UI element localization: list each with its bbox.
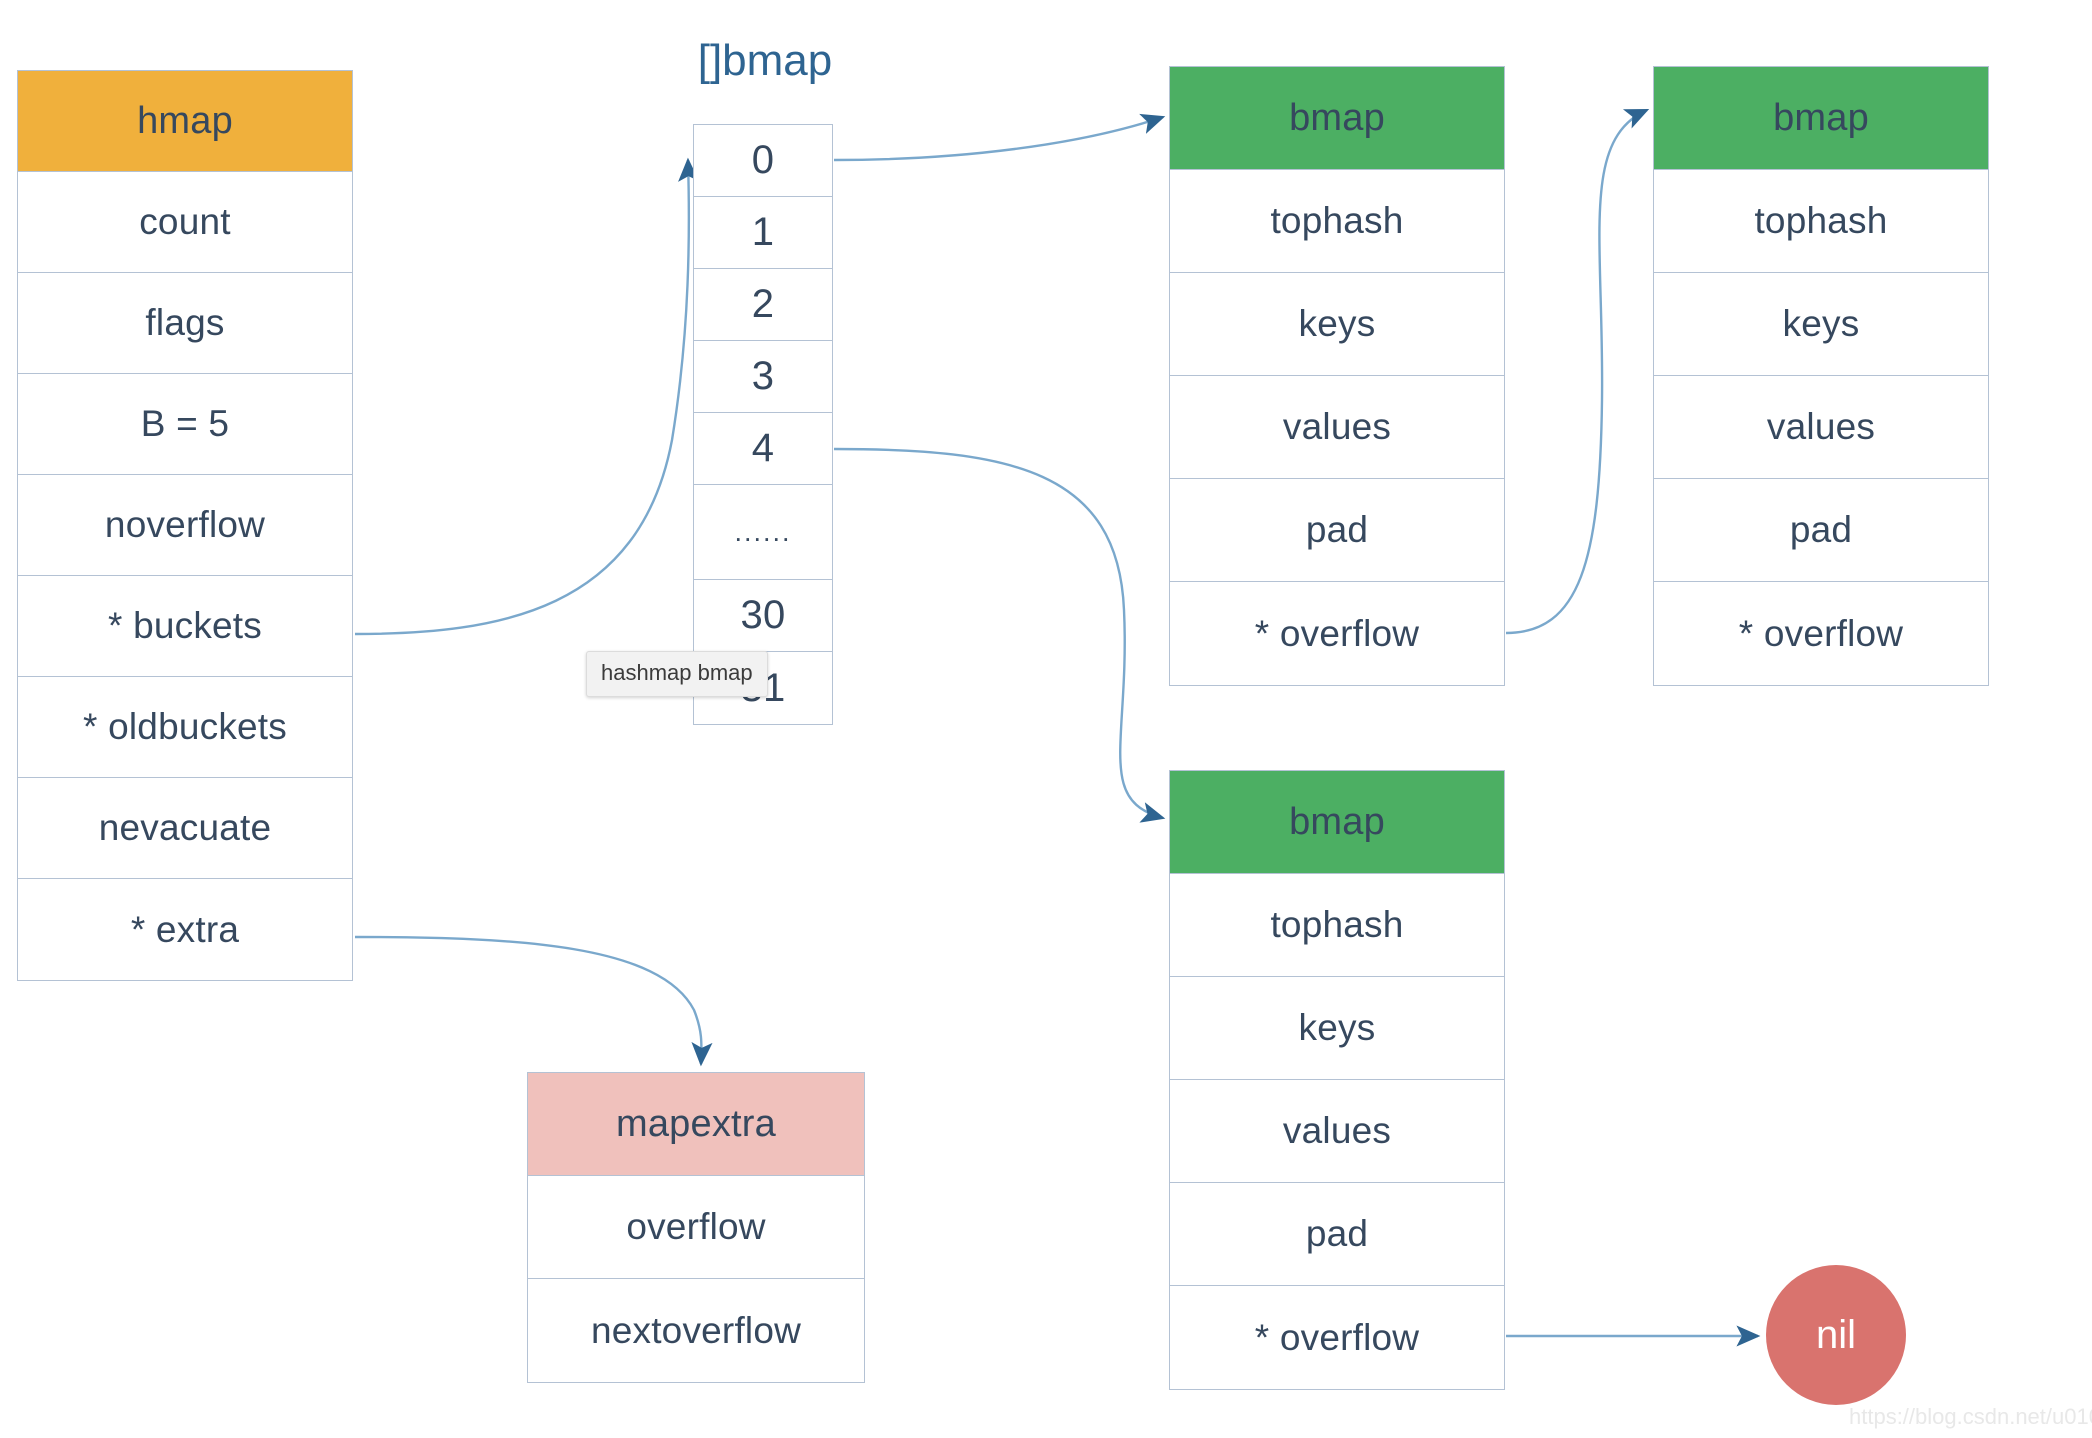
bmap-3-header: bmap	[1170, 771, 1504, 874]
bmap-2-header: bmap	[1654, 67, 1988, 170]
hmap-struct: hmap count flags B = 5 noverflow * bucke…	[17, 70, 353, 981]
bmap-struct-2: bmap tophash keys values pad * overflow	[1653, 66, 1989, 686]
edge-buckets-to-array	[354, 157, 700, 636]
bmap-struct-1: bmap tophash keys values pad * overflow	[1169, 66, 1505, 686]
hmap-field-buckets: * buckets	[18, 576, 352, 677]
hmap-field-nevacuate: nevacuate	[18, 778, 352, 879]
mapextra-field-nextoverflow: nextoverflow	[590, 1309, 802, 1351]
mapextra-field-overflow: overflow	[528, 1176, 864, 1279]
bmap-array-cell-3: 3	[694, 341, 832, 413]
edge-extra-to-mapextra	[354, 935, 713, 1067]
bmap-2-field-overflow: * overflow	[1738, 612, 1904, 654]
bmap-array-cell-30: 30	[694, 580, 832, 652]
bmap-array-cell-2: 2	[694, 269, 832, 341]
bmap-array-cell-1: 1	[694, 197, 832, 269]
diagram-canvas: hmap count flags B = 5 noverflow * bucke…	[0, 0, 2092, 1438]
edge-array0-to-bmap1	[833, 113, 1166, 162]
bmap-2-field-keys: keys	[1654, 273, 1988, 376]
bmap-1-field-keys: keys	[1170, 273, 1504, 376]
bmap-3-field-pad: pad	[1170, 1183, 1504, 1286]
nil-node-label: nil	[1815, 1312, 1857, 1357]
edge-array4-to-bmap3	[833, 447, 1166, 823]
watermark: https://blog.csdn.net/u010853261	[1849, 1404, 2092, 1429]
hmap-field-oldbuckets: * oldbuckets	[18, 677, 352, 778]
bmap-array-cell-4: 4	[694, 413, 832, 485]
hashmap-bmap-tooltip: hashmap bmap	[586, 651, 768, 697]
bmap-1-field-values: values	[1170, 376, 1504, 479]
bmap-2-field-tophash: tophash	[1654, 170, 1988, 273]
bmap-array-title: []bmap	[697, 36, 833, 85]
hmap-field-flags: flags	[18, 273, 352, 374]
mapextra-header: mapextra	[528, 1073, 864, 1176]
bmap-1-field-tophash: tophash	[1170, 170, 1504, 273]
hmap-field-b: B = 5	[18, 374, 352, 475]
mapextra-struct: mapextra overflow nextoverflow	[527, 1072, 865, 1383]
bmap-2-field-pad: pad	[1654, 479, 1988, 582]
bmap-2-field-values: values	[1654, 376, 1988, 479]
hmap-field-extra: * extra	[130, 908, 240, 950]
bmap-array-cell-ellipsis: ......	[694, 485, 832, 580]
bmap-array-cell-0: 0	[694, 125, 832, 197]
bmap-1-header: bmap	[1170, 67, 1504, 170]
bmap-3-field-tophash: tophash	[1170, 874, 1504, 977]
hmap-header: hmap	[18, 71, 352, 172]
bmap-3-field-values: values	[1170, 1080, 1504, 1183]
bmap-3-field-overflow: * overflow	[1254, 1316, 1420, 1358]
bmap-1-field-overflow: * overflow	[1254, 612, 1420, 654]
bmap-3-field-keys: keys	[1170, 977, 1504, 1080]
bmap-struct-3: bmap tophash keys values pad * overflow	[1169, 770, 1505, 1390]
hmap-field-count: count	[18, 172, 352, 273]
bmap-1-field-pad: pad	[1170, 479, 1504, 582]
nil-node: nil	[1766, 1265, 1906, 1405]
edge-bmap1-overflow-to-bmap2	[1505, 108, 1650, 635]
hmap-field-noverflow: noverflow	[18, 475, 352, 576]
bmap-array-struct: 0 1 2 3 4 ...... 30 31	[693, 124, 833, 725]
